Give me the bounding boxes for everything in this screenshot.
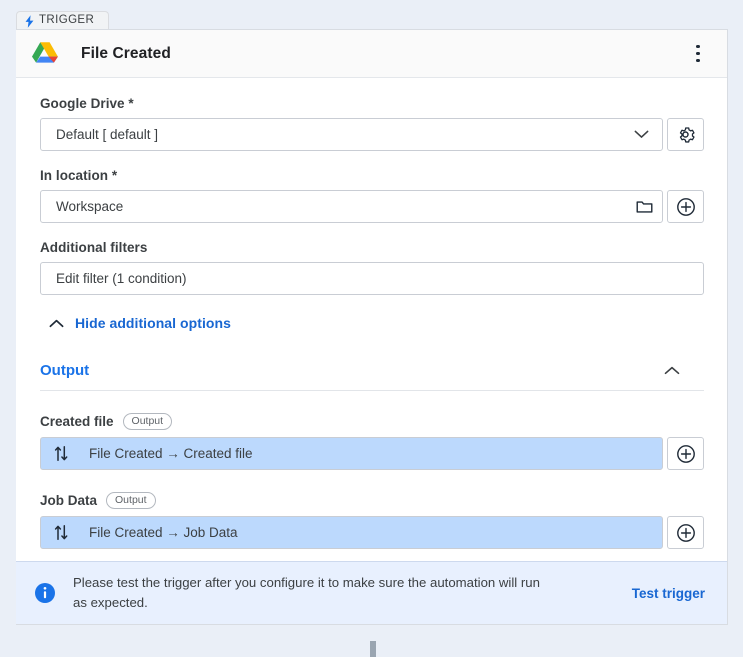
output-section-title: Output: [40, 362, 90, 379]
tab-bar: [0, 0, 743, 14]
created-file-add-button[interactable]: [667, 437, 704, 471]
input-row-in-location: Workspace: [40, 190, 704, 223]
menu-dot: [696, 44, 700, 49]
flow-connector: [370, 641, 376, 657]
test-trigger-button[interactable]: Test trigger: [632, 586, 705, 601]
info-banner: Please test the trigger after you config…: [16, 561, 727, 624]
input-row-google-drive: Default [ default ]: [40, 118, 704, 151]
chevron-up-icon: [49, 319, 64, 327]
output-label-row: Created file Output: [40, 413, 704, 431]
chevron-down-icon: [634, 130, 649, 138]
form-body: Google Drive * Default [ default ] In lo…: [16, 78, 727, 550]
status-badge: Output: [122, 413, 173, 431]
output-label-created-file: Created file: [40, 414, 114, 430]
plus-circle-icon: [676, 444, 695, 463]
output-item-job-data: Job Data Output File Created → Job Data: [40, 492, 704, 550]
created-file-output-value: File Created → Created file: [89, 446, 253, 462]
folder-icon[interactable]: [636, 200, 653, 214]
in-location-add-button[interactable]: [667, 190, 704, 223]
variable-arrows-icon: [54, 525, 68, 541]
input-row-additional-filters: Edit filter (1 condition): [40, 262, 704, 295]
google-drive-icon: [32, 41, 58, 63]
tab-trigger-label: TRIGGER: [39, 14, 95, 27]
page-title: File Created: [81, 44, 171, 62]
tab-trigger[interactable]: TRIGGER: [16, 11, 110, 30]
output-label-job-data: Job Data: [40, 493, 98, 509]
field-label-google-drive: Google Drive *: [40, 96, 134, 111]
google-drive-value: Default [ default ]: [56, 127, 159, 142]
google-drive-settings-button[interactable]: [667, 118, 704, 151]
field-label-in-location: In location *: [40, 168, 118, 183]
field-additional-filters: Additional filters Edit filter (1 condit…: [40, 240, 704, 295]
google-drive-select[interactable]: Default [ default ]: [40, 118, 663, 151]
info-circle-icon: [35, 583, 55, 603]
card-header: File Created: [16, 30, 727, 78]
additional-filters-value: Edit filter (1 condition): [56, 271, 187, 286]
job-data-output-field[interactable]: File Created → Job Data: [40, 516, 663, 550]
output-item-created-file: Created file Output File Created → Creat…: [40, 413, 704, 471]
trigger-card: File Created Google Drive * Default [ de…: [16, 29, 728, 625]
input-row-job-data: File Created → Job Data: [40, 516, 704, 550]
additional-filters-input[interactable]: Edit filter (1 condition): [40, 262, 704, 295]
menu-dot: [696, 51, 700, 56]
menu-dot: [696, 58, 700, 63]
field-in-location: In location * Workspace: [40, 168, 704, 223]
created-file-output-field[interactable]: File Created → Created file: [40, 437, 663, 471]
output-section-header[interactable]: Output: [40, 362, 704, 391]
chevron-up-icon[interactable]: [664, 366, 680, 375]
hide-additional-options-label: Hide additional options: [75, 315, 231, 331]
plus-circle-icon: [676, 523, 695, 542]
more-vertical-icon[interactable]: [685, 39, 711, 69]
gear-icon: [679, 127, 695, 143]
in-location-input[interactable]: Workspace: [40, 190, 663, 223]
info-banner-text: Please test the trigger after you config…: [73, 574, 540, 610]
output-label-row: Job Data Output: [40, 492, 704, 510]
in-location-value: Workspace: [56, 199, 124, 214]
job-data-add-button[interactable]: [667, 516, 704, 550]
input-row-created-file: File Created → Created file: [40, 437, 704, 471]
lightning-bolt-icon: [25, 14, 34, 28]
status-badge: Output: [106, 492, 156, 510]
plus-circle-icon: [676, 197, 695, 216]
field-google-drive: Google Drive * Default [ default ]: [40, 96, 704, 151]
field-label-additional-filters: Additional filters: [40, 240, 148, 255]
variable-arrows-icon: [54, 446, 68, 461]
hide-additional-options-toggle[interactable]: Hide additional options: [49, 315, 704, 331]
job-data-output-value: File Created → Job Data: [89, 525, 238, 541]
output-section: Output Created file Output File Created …: [40, 362, 704, 550]
